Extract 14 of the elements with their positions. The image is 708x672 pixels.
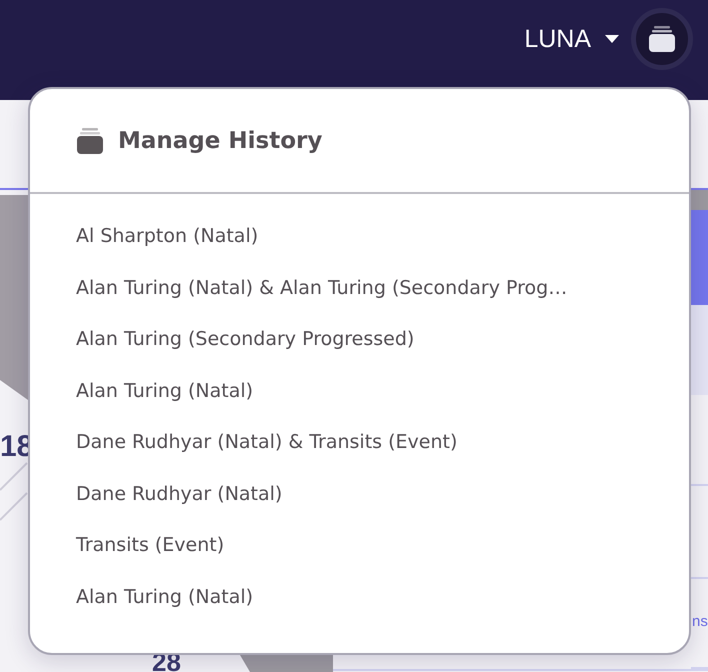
history-item[interactable]: Transits (Event) xyxy=(76,529,224,580)
history-item[interactable]: Al Sharpton (Natal) xyxy=(76,220,258,272)
user-menu[interactable]: LUNA xyxy=(524,0,619,78)
history-item[interactable]: Alan Turing (Secondary Progressed) xyxy=(76,323,414,374)
menu-title: Manage History xyxy=(118,128,322,154)
history-item[interactable]: Dane Rudhyar (Natal) & Transits (Event) xyxy=(76,426,458,478)
stack-icon xyxy=(76,128,104,154)
caret-icon xyxy=(605,35,619,43)
history-item[interactable]: Dane Rudhyar (Natal) xyxy=(76,478,282,529)
link[interactable]: ns xyxy=(692,613,708,630)
history-item[interactable]: Alan Turing (Natal) xyxy=(76,580,254,632)
stack-icon xyxy=(648,26,676,52)
history-item[interactable]: Alan Turing (Natal) xyxy=(76,374,254,426)
history-item[interactable]: Alan Turing (Natal) & Alan Turing (Secondary Prog… xyxy=(76,272,568,323)
